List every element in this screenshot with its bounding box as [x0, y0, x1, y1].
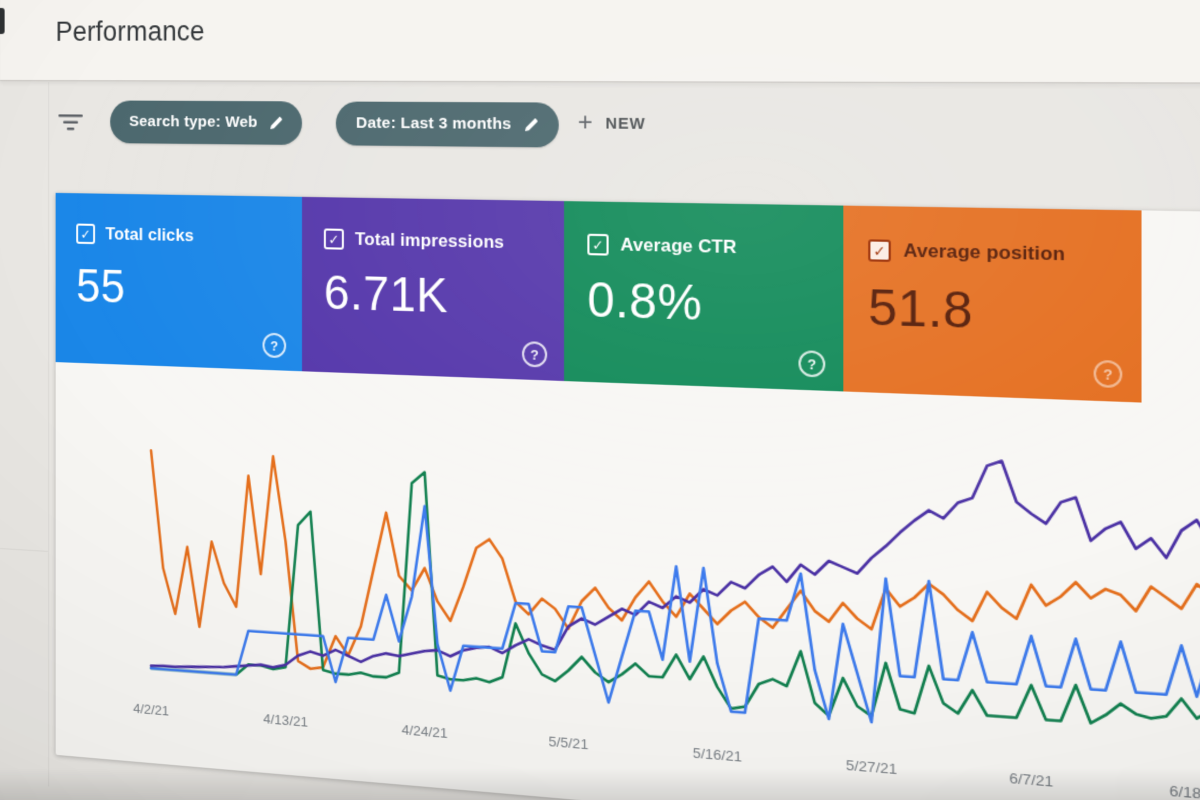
metric-value: 6.71K — [323, 264, 449, 323]
metric-tile-average-ctr[interactable]: ✓ Average CTR 0.8% ? — [564, 201, 844, 392]
checkbox-checked-icon[interactable]: ✓ — [587, 233, 609, 256]
metric-tile-header: ✓ Average CTR — [587, 233, 843, 261]
page-header: Performance — [0, 0, 1200, 85]
filter-toolbar: Search type: Web Date: Last 3 months + N… — [0, 94, 1200, 168]
x-axis-tick: 4/2/21 — [133, 700, 170, 719]
search-console-performance-page: Performance Search type: Web Date: Last … — [0, 0, 1200, 800]
plus-icon: + — [577, 107, 593, 138]
x-axis-tick: 6/7/21 — [1009, 769, 1054, 791]
screen-edge-artifact — [0, 7, 5, 35]
chip-label: Search type: Web — [129, 112, 258, 132]
monitor-screen: Performance Search type: Web Date: Last … — [0, 0, 1200, 800]
metric-value: 51.8 — [868, 278, 974, 340]
checkmark-glyph: ✓ — [592, 236, 604, 253]
help-circle-icon[interactable]: ? — [522, 341, 548, 368]
checkmark-glyph: ✓ — [328, 231, 340, 248]
metric-label: Total impressions — [354, 229, 505, 253]
x-axis-tick: 6/18/21 — [1169, 782, 1200, 800]
chip-label: Date: Last 3 months — [355, 114, 512, 134]
series-line-clicks — [151, 403, 1200, 759]
checkbox-checked-icon[interactable]: ✓ — [323, 228, 344, 250]
date-range-chip[interactable]: Date: Last 3 months — [335, 101, 559, 148]
metric-label: Average position — [903, 239, 1065, 265]
page-title: Performance — [55, 15, 205, 47]
help-circle-icon[interactable]: ? — [262, 332, 287, 359]
metric-value: 0.8% — [587, 271, 703, 331]
pencil-icon — [270, 116, 283, 130]
x-axis-tick: 5/5/21 — [548, 733, 589, 753]
new-filter-label: NEW — [605, 114, 646, 133]
metric-tile-header: ✓ Total impressions — [323, 228, 564, 254]
metric-tile-total-clicks[interactable]: ✓ Total clicks 55 ? — [55, 192, 303, 372]
series-line-ctr — [151, 459, 1200, 759]
sidebar-bottom-line — [0, 548, 49, 552]
sidebar-edge-line — [48, 82, 50, 787]
performance-chart — [147, 383, 1200, 766]
filter-icon[interactable] — [57, 111, 83, 136]
help-circle-icon[interactable]: ? — [1093, 359, 1123, 389]
checkmark-glyph: ✓ — [80, 226, 91, 242]
metric-tile-header: ✓ Average position — [868, 239, 1141, 267]
metric-value: 55 — [76, 258, 126, 313]
checkbox-checked-icon[interactable]: ✓ — [868, 239, 891, 262]
search-type-chip[interactable]: Search type: Web — [110, 100, 302, 145]
series-line-impressions — [151, 412, 1200, 757]
checkmark-glyph: ✓ — [873, 242, 886, 260]
metric-label: Average CTR — [620, 234, 737, 258]
chart-canvas — [147, 383, 1200, 766]
metric-tile-header: ✓ Total clicks — [76, 223, 302, 249]
new-filter-button[interactable]: + NEW — [577, 107, 646, 138]
metric-tile-average-position[interactable]: ✓ Average position 51.8 ? — [843, 205, 1142, 403]
performance-panel: ✓ Total clicks 55 ? ✓ Total impressions … — [55, 192, 1200, 800]
metric-label: Total clicks — [105, 224, 194, 246]
x-axis-tick: 5/27/21 — [845, 756, 898, 778]
pencil-icon — [525, 118, 538, 132]
x-axis-tick: 5/16/21 — [692, 744, 742, 765]
metric-tiles: ✓ Total clicks 55 ? ✓ Total impressions … — [55, 192, 1200, 412]
metric-tile-total-impressions[interactable]: ✓ Total impressions 6.71K ? — [302, 196, 565, 382]
checkbox-checked-icon[interactable]: ✓ — [76, 223, 96, 245]
help-circle-icon[interactable]: ? — [798, 350, 826, 378]
x-axis-tick: 4/13/21 — [263, 710, 308, 730]
x-axis-tick: 4/24/21 — [401, 721, 448, 742]
